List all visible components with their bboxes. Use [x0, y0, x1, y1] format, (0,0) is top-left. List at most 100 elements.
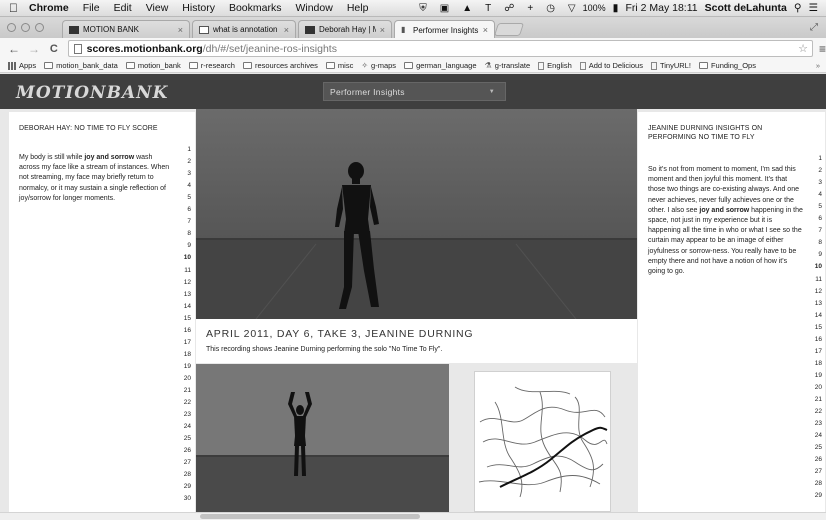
line-number: 29 — [183, 483, 191, 491]
share-icon[interactable]: ☍ — [504, 3, 514, 14]
folder-icon — [404, 62, 414, 69]
new-tab-button[interactable] — [493, 23, 525, 36]
page-icon — [538, 61, 545, 70]
bookmark-english[interactable]: English — [538, 61, 572, 70]
line-number: 24 — [814, 432, 822, 440]
tab-label: MOTION BANK — [83, 25, 140, 34]
battery-icon[interactable]: ▮ — [613, 2, 619, 14]
close-tab-icon[interactable]: × — [380, 25, 385, 35]
folder-icon — [242, 62, 252, 69]
bookmark-g-maps[interactable]: ✧ g-maps — [361, 61, 396, 70]
bookmark-motion-bank-data[interactable]: motion_bank_data — [44, 61, 118, 70]
shield-icon[interactable]: ⛨ — [419, 3, 427, 14]
chat-icon[interactable]: ▣ — [440, 3, 449, 14]
secondary-video-player[interactable] — [196, 364, 449, 512]
bookmark-resources-archives[interactable]: resources archives — [242, 61, 318, 70]
reload-icon[interactable]: C — [48, 43, 60, 55]
zoom-window-button[interactable] — [35, 23, 44, 32]
line-number: 22 — [814, 408, 822, 416]
line-number: 26 — [814, 456, 822, 464]
line-number: 2 — [818, 167, 822, 175]
video-description: This recording shows Jeanine Durning per… — [206, 346, 443, 353]
close-tab-icon[interactable]: × — [483, 25, 488, 35]
tab-performer-insights[interactable]: ▮ Performer Insights - Usin × — [394, 20, 495, 39]
tab-strip: MOTION BANK × what is annotation - Goo ×… — [0, 17, 826, 39]
tab-label: Performer Insights - Usin — [413, 25, 479, 35]
page-content: DEBORAH HAY: NO TIME TO FLY SCORE My bod… — [0, 109, 826, 512]
line-number: 5 — [818, 203, 822, 211]
menu-app-name[interactable]: Chrome — [25, 2, 76, 14]
line-number: 5 — [187, 194, 191, 202]
wifi-icon[interactable]: ▽ — [568, 3, 576, 14]
line-number: 17 — [814, 347, 822, 355]
bookmark-funding-ops[interactable]: Funding_Ops — [698, 61, 756, 70]
timemachine-icon[interactable]: ◷ — [546, 3, 555, 14]
tab-what-is-annotation[interactable]: what is annotation - Goo × — [192, 20, 296, 38]
bookmark-label: g-translate — [494, 61, 531, 70]
bookmark-r-research[interactable]: r-research — [188, 61, 235, 70]
menu-edit[interactable]: Edit — [107, 2, 139, 14]
bookmark-tinyurl[interactable]: TinyURL! — [650, 61, 691, 70]
line-number: 13 — [183, 290, 191, 298]
site-logo[interactable]: MOTIONBANK — [16, 83, 168, 103]
bookmark-g-translate[interactable]: ⚗ g-translate — [485, 61, 531, 70]
clock[interactable]: Fri 2 May 18:11 — [625, 2, 697, 14]
scrollbar-thumb[interactable] — [200, 514, 420, 519]
address-bar[interactable]: scores.motionbank.org /dh/#/set/jeanine-… — [67, 40, 813, 57]
line-number: 10 — [183, 254, 191, 262]
bookmark-label: Funding_Ops — [710, 61, 756, 70]
main-video-player[interactable] — [196, 109, 637, 319]
user-name[interactable]: Scott deLahunta — [705, 2, 787, 14]
tab-motion-bank[interactable]: MOTION BANK × — [62, 20, 190, 38]
menu-window[interactable]: Window — [288, 2, 339, 14]
menu-view[interactable]: View — [139, 2, 176, 14]
line-number: 7 — [187, 218, 191, 226]
menu-file[interactable]: File — [76, 2, 107, 14]
bookmark-label: r-research — [200, 61, 235, 70]
chevron-right-icon[interactable]: » — [816, 61, 820, 70]
dropbox-icon[interactable]: ▲ — [462, 3, 472, 14]
close-tab-icon[interactable]: × — [284, 25, 289, 35]
line-number: 4 — [818, 191, 822, 199]
line-number: 22 — [183, 399, 191, 407]
fullscreen-icon[interactable]: ⤢ — [810, 22, 818, 33]
line-number: 11 — [184, 266, 191, 274]
line-number: 18 — [814, 359, 822, 367]
tab-deborah-hay[interactable]: Deborah Hay | MOTION B × — [298, 20, 392, 38]
apple-icon[interactable]:  — [9, 1, 25, 15]
menu-bookmarks[interactable]: Bookmarks — [222, 2, 289, 14]
bookmark-german-language[interactable]: german_language — [404, 61, 477, 70]
text-icon[interactable]: T — [485, 3, 491, 14]
bookmark-motion-bank[interactable]: motion_bank — [125, 61, 181, 70]
browser-toolbar: ← → C scores.motionbank.org /dh/#/set/je… — [0, 38, 826, 59]
menu-help[interactable]: Help — [340, 2, 376, 14]
plus-icon[interactable]: + — [527, 3, 533, 14]
line-number: 27 — [183, 459, 191, 467]
line-number: 28 — [183, 471, 191, 479]
bookmark-add-to-delicious[interactable]: Add to Delicious — [579, 61, 643, 70]
line-number: 16 — [814, 335, 822, 343]
line-number: 27 — [814, 468, 822, 476]
folder-icon — [325, 62, 335, 69]
battery-percent[interactable]: 100% — [583, 3, 606, 13]
forward-icon[interactable]: → — [28, 42, 40, 56]
close-window-button[interactable] — [7, 23, 16, 32]
bookmark-label: misc — [337, 61, 354, 70]
notification-center-icon[interactable]: ☰ — [809, 2, 818, 14]
line-number: 21 — [814, 396, 822, 403]
bookmark-misc[interactable]: misc — [325, 61, 354, 70]
bookmark-apps[interactable]: Apps — [8, 61, 36, 70]
menu-history[interactable]: History — [175, 2, 222, 14]
horizontal-scrollbar[interactable] — [0, 512, 826, 520]
minimize-window-button[interactable] — [21, 23, 30, 32]
close-tab-icon[interactable]: × — [178, 25, 183, 35]
set-selector-dropdown[interactable]: Performer Insights ▼ — [323, 82, 506, 101]
score-text-start: My body is still while — [19, 154, 85, 161]
spotlight-icon[interactable]: ⚲ — [794, 2, 802, 14]
back-icon[interactable]: ← — [8, 42, 20, 56]
bookmark-star-icon[interactable]: ☆ — [798, 42, 808, 55]
line-number: 9 — [187, 242, 191, 250]
chrome-menu-icon[interactable]: ≡ — [819, 42, 826, 56]
bookmark-label: Add to Delicious — [588, 61, 643, 70]
line-number: 6 — [187, 206, 191, 214]
